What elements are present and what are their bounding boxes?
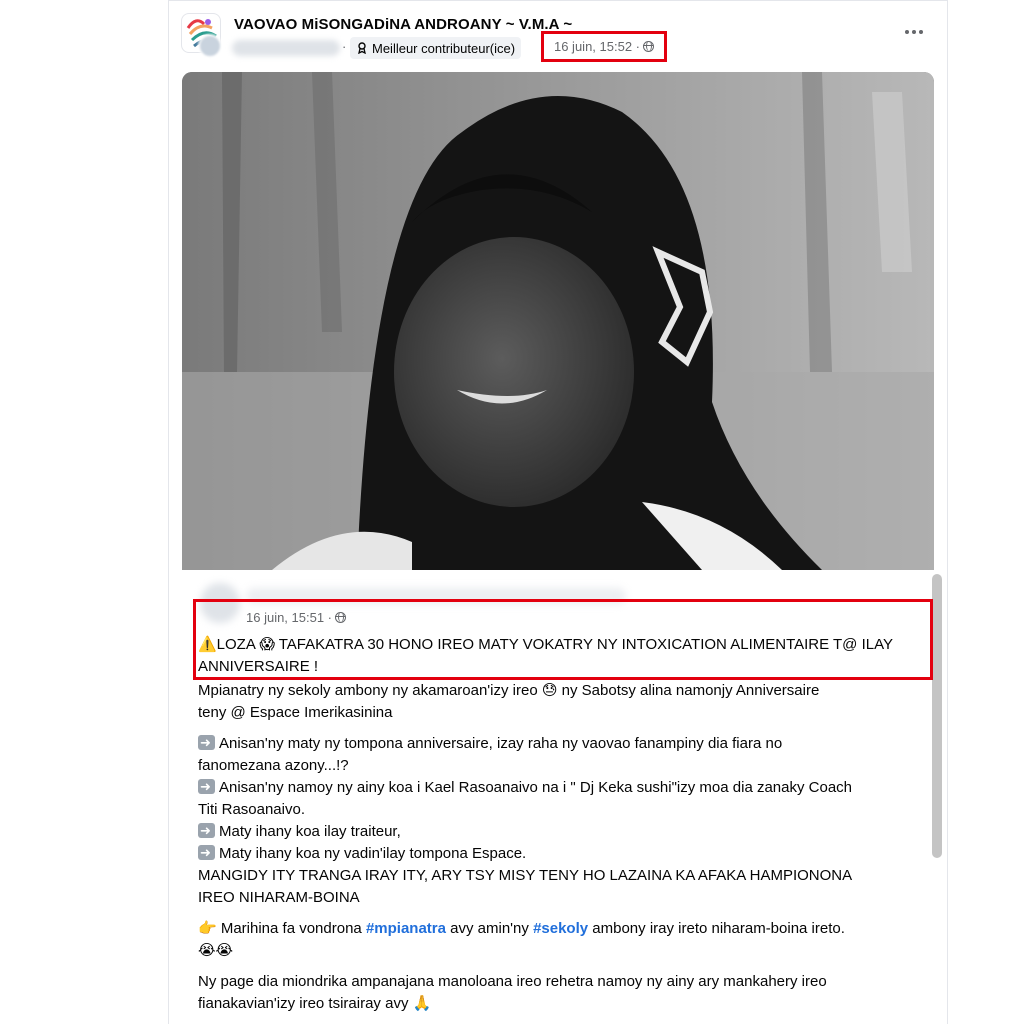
more-options-button[interactable] xyxy=(900,22,928,42)
bullet-3: Maty ihany koa ilay traiteur, xyxy=(198,820,401,843)
bullet-2-line-2: Titi Rasoanaivo. xyxy=(198,801,305,818)
headline-line-2: ANNIVERSAIRE ! xyxy=(198,658,319,675)
post-timestamp[interactable]: 16 juin, 15:52 · xyxy=(554,39,640,54)
bullet-1-line-2: fanomezana azony...!? xyxy=(198,757,349,774)
badge-label: Meilleur contributeur(ice) xyxy=(372,40,516,56)
author-name-blurred[interactable] xyxy=(232,40,340,56)
group-name[interactable]: VAOVAO MiSONGADiNA ANDROANY ~ V.M.A ~ xyxy=(234,16,572,33)
globe-icon xyxy=(643,41,654,52)
scrollbar[interactable] xyxy=(932,574,942,858)
paragraph-4-line-1: Ny page dia miondrika ampanajana manoloa… xyxy=(198,973,827,990)
paragraph-1-line-1: Mpianatry ny sekoly ambony ny akamaroan'… xyxy=(198,682,820,699)
top-contributor-badge[interactable]: Meilleur contributeur(ice) xyxy=(350,37,522,59)
caps-line-1: MANGIDY ITY TRANGA IRAY ITY, ARY TSY MIS… xyxy=(198,867,853,884)
user-avatar[interactable] xyxy=(198,34,222,58)
arrow-right-icon xyxy=(198,732,215,754)
separator-dot: · xyxy=(342,39,347,54)
post-photo[interactable] xyxy=(182,72,934,570)
post-timestamp-highlight[interactable]: 16 juin, 15:52 · xyxy=(541,31,667,62)
bullet-1-line-1: Anisan'ny maty ny tompona anniversaire, … xyxy=(198,732,782,755)
more-horizontal-icon xyxy=(905,30,909,34)
hashtag-mpianatra[interactable]: #mpianatra xyxy=(366,920,446,937)
caps-line-2: IREO NIHARAM-BOINA xyxy=(198,889,360,906)
bullet-4: Maty ihany koa ny vadin'ilay tompona Esp… xyxy=(198,842,526,865)
paragraph-3-line-1: 👉 Marihina fa vondrona #mpianatra avy am… xyxy=(198,920,845,937)
paragraph-3-line-2: 😭😭 xyxy=(198,942,234,959)
paragraph-4-line-2: fianakavian'izy ireo tsirairay avy 🙏 xyxy=(198,995,432,1012)
person-in-hoodie-photo xyxy=(182,72,934,570)
paragraph-1-line-2: teny @ Espace Imerikasinina xyxy=(198,704,393,721)
arrow-right-icon xyxy=(198,842,215,864)
headline-line-1: ⚠️LOZA 😱 TAFAKATRA 30 HONO IREO MATY VOK… xyxy=(198,636,893,653)
arrow-right-icon xyxy=(198,820,215,842)
bullet-2-line-1: Anisan'ny namoy ny ainy koa i Kael Rasoa… xyxy=(198,776,852,799)
award-icon xyxy=(358,42,366,54)
hashtag-sekoly[interactable]: #sekoly xyxy=(533,920,588,937)
arrow-right-icon xyxy=(198,776,215,798)
